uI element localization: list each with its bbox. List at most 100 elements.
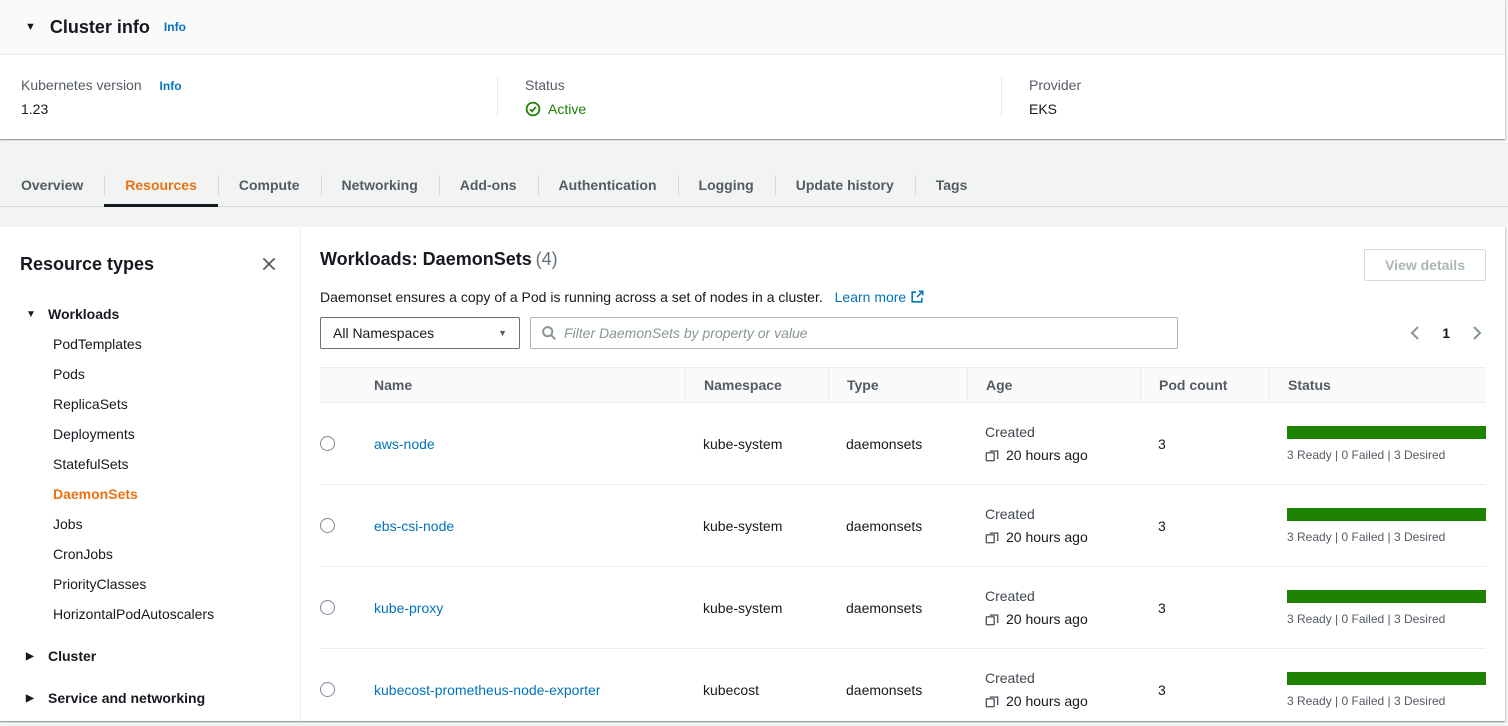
column-header-age[interactable]: Age	[967, 368, 1140, 402]
daemonsets-main: Workloads: DaemonSets (4) View details D…	[301, 227, 1505, 721]
description-text: Daemonset ensures a copy of a Pod is run…	[320, 289, 823, 305]
row-radio[interactable]	[320, 600, 335, 615]
cell-status: 3 Ready | 0 Failed | 3 Desired	[1269, 485, 1486, 566]
kubernetes-version-field: Kubernetes version Info 1.23	[0, 77, 497, 117]
tab-resources[interactable]: Resources	[104, 164, 218, 206]
sidebar-item-priorityclasses[interactable]: PriorityClasses	[20, 569, 280, 599]
copy-icon[interactable]	[985, 612, 999, 626]
sidebar-group-service-and-networking[interactable]: ▶Service and networking	[20, 683, 280, 713]
view-details-button[interactable]: View details	[1364, 249, 1486, 281]
provider-label: Provider	[1029, 77, 1485, 93]
learn-more-label: Learn more	[835, 289, 907, 305]
cell-age: Created20 hours ago	[967, 567, 1140, 648]
column-header-status[interactable]: Status	[1269, 368, 1486, 402]
cell-status: 3 Ready | 0 Failed | 3 Desired	[1269, 567, 1486, 648]
cell-namespace: kubecost	[685, 682, 828, 698]
cell-select	[320, 649, 364, 721]
cell-name: aws-node	[364, 436, 685, 452]
kubernetes-version-label: Kubernetes version Info	[21, 77, 477, 93]
resource-type-tree: ▼WorkloadsPodTemplatesPodsReplicaSetsDep…	[20, 299, 280, 713]
search-icon	[541, 325, 557, 341]
table-row: kube-proxykube-systemdaemonsetsCreated20…	[320, 567, 1486, 649]
chevron-down-icon: ▼	[498, 328, 507, 338]
cluster-info-info-link[interactable]: Info	[164, 20, 186, 34]
column-header-namespace[interactable]: Namespace	[685, 368, 828, 402]
age-value: 20 hours ago	[1006, 529, 1088, 545]
filter-row: All Namespaces ▼ 1	[320, 317, 1486, 349]
page-title: Workloads: DaemonSets	[320, 249, 532, 269]
tab-compute[interactable]: Compute	[218, 164, 321, 206]
sidebar-group-cluster[interactable]: ▶Cluster	[20, 641, 280, 671]
cell-namespace: kube-system	[685, 518, 828, 534]
copy-icon[interactable]	[985, 530, 999, 544]
sidebar-item-daemonsets[interactable]: DaemonSets	[20, 479, 280, 509]
status-field: Status Active	[497, 77, 1001, 117]
column-header-type[interactable]: Type	[828, 368, 967, 402]
table-body: aws-nodekube-systemdaemonsetsCreated20 h…	[320, 403, 1486, 721]
row-radio[interactable]	[320, 436, 335, 451]
sidebar-group-label: Service and networking	[48, 690, 205, 706]
collapse-triangle-icon[interactable]: ▼	[25, 21, 36, 33]
cluster-info-title: Cluster info	[50, 17, 150, 38]
tab-tags[interactable]: Tags	[915, 164, 989, 206]
age-time-row: 20 hours ago	[985, 529, 1140, 545]
sidebar-item-pods[interactable]: Pods	[20, 359, 280, 389]
main-title-block: Workloads: DaemonSets (4)	[320, 249, 558, 270]
check-circle-icon	[525, 101, 541, 117]
row-radio[interactable]	[320, 682, 335, 697]
tab-add-ons[interactable]: Add-ons	[439, 164, 538, 206]
status-bar	[1287, 508, 1486, 521]
daemonset-link[interactable]: aws-node	[374, 436, 435, 452]
sidebar-item-statefulsets[interactable]: StatefulSets	[20, 449, 280, 479]
column-header-pod-count[interactable]: Pod count	[1140, 368, 1269, 402]
next-page-icon[interactable]	[1466, 323, 1486, 343]
tab-authentication[interactable]: Authentication	[538, 164, 678, 206]
tab-networking[interactable]: Networking	[321, 164, 439, 206]
triangle-right-icon[interactable]: ▶	[26, 693, 48, 704]
namespace-select[interactable]: All Namespaces ▼	[320, 317, 520, 349]
copy-icon[interactable]	[985, 694, 999, 708]
previous-page-icon[interactable]	[1406, 323, 1426, 343]
kubernetes-version-info-link[interactable]: Info	[160, 79, 182, 93]
sidebar-group-workloads[interactable]: ▼Workloads	[20, 299, 280, 329]
cell-select	[320, 567, 364, 648]
tab-logging[interactable]: Logging	[678, 164, 775, 206]
age-time-row: 20 hours ago	[985, 447, 1140, 463]
daemonset-link[interactable]: kubecost-prometheus-node-exporter	[374, 682, 600, 698]
cell-type: daemonsets	[828, 682, 967, 698]
table-row: ebs-csi-nodekube-systemdaemonsetsCreated…	[320, 485, 1486, 567]
namespace-select-value: All Namespaces	[333, 325, 434, 341]
triangle-down-icon[interactable]: ▼	[26, 309, 48, 320]
external-link-icon	[910, 290, 924, 304]
resource-types-sidebar: Resource types ▼WorkloadsPodTemplatesPod…	[0, 227, 301, 721]
cluster-info-header[interactable]: ▼ Cluster info Info	[0, 0, 1505, 55]
daemonset-link[interactable]: ebs-csi-node	[374, 518, 454, 534]
description-row: Daemonset ensures a copy of a Pod is run…	[320, 289, 1486, 305]
cell-pod-count: 3	[1140, 600, 1269, 616]
sidebar-item-deployments[interactable]: Deployments	[20, 419, 280, 449]
copy-icon[interactable]	[985, 448, 999, 462]
cell-type: daemonsets	[828, 518, 967, 534]
learn-more-link[interactable]: Learn more	[835, 289, 925, 305]
field-label-text: Kubernetes version	[21, 77, 142, 93]
status-value: Active	[525, 101, 981, 117]
sidebar-item-jobs[interactable]: Jobs	[20, 509, 280, 539]
status-bar	[1287, 590, 1486, 603]
age-value: 20 hours ago	[1006, 693, 1088, 709]
sidebar-group-label: Workloads	[48, 306, 119, 322]
triangle-right-icon[interactable]: ▶	[26, 651, 48, 662]
cell-age: Created20 hours ago	[967, 649, 1140, 721]
tab-update-history[interactable]: Update history	[775, 164, 915, 206]
current-page[interactable]: 1	[1442, 325, 1450, 341]
tab-overview[interactable]: Overview	[0, 164, 104, 206]
sidebar-item-horizontalpodautoscalers[interactable]: HorizontalPodAutoscalers	[20, 599, 280, 629]
column-header-name[interactable]: Name	[364, 368, 685, 402]
sidebar-group-label: Cluster	[48, 648, 96, 664]
close-icon[interactable]	[258, 253, 280, 275]
search-input[interactable]	[564, 325, 1167, 341]
sidebar-item-podtemplates[interactable]: PodTemplates	[20, 329, 280, 359]
row-radio[interactable]	[320, 518, 335, 533]
sidebar-item-replicasets[interactable]: ReplicaSets	[20, 389, 280, 419]
sidebar-item-cronjobs[interactable]: CronJobs	[20, 539, 280, 569]
daemonset-link[interactable]: kube-proxy	[374, 600, 443, 616]
